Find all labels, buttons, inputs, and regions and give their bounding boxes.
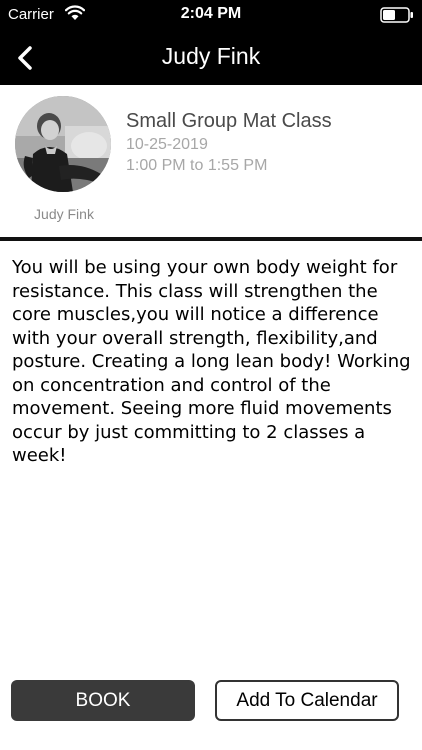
status-bar: Carrier 2:04 PM (0, 0, 422, 30)
add-to-calendar-button[interactable]: Add To Calendar (215, 680, 399, 721)
battery-icon (380, 7, 413, 23)
status-time: 2:04 PM (180, 5, 242, 22)
instructor-avatar (15, 96, 111, 192)
class-time-range: 1:00 PM to 1:55 PM (126, 157, 268, 174)
class-title: Small Group Mat Class (126, 110, 332, 132)
class-description: You will be using your own body weight f… (12, 257, 411, 466)
class-header: Judy Fink Small Group Mat Class 10-25-20… (0, 85, 422, 238)
avatar-photo (15, 96, 111, 192)
class-date: 10-25-2019 (126, 136, 208, 153)
navigation-bar: Judy Fink (0, 30, 422, 85)
book-button[interactable]: BOOK (11, 680, 195, 721)
class-detail-screen: Carrier 2:04 PM Judy Fink Judy Fink Smal… (0, 0, 422, 750)
section-divider (0, 237, 422, 241)
nav-title: Judy Fink (161, 43, 261, 69)
instructor-name: Judy Fink (34, 206, 94, 222)
